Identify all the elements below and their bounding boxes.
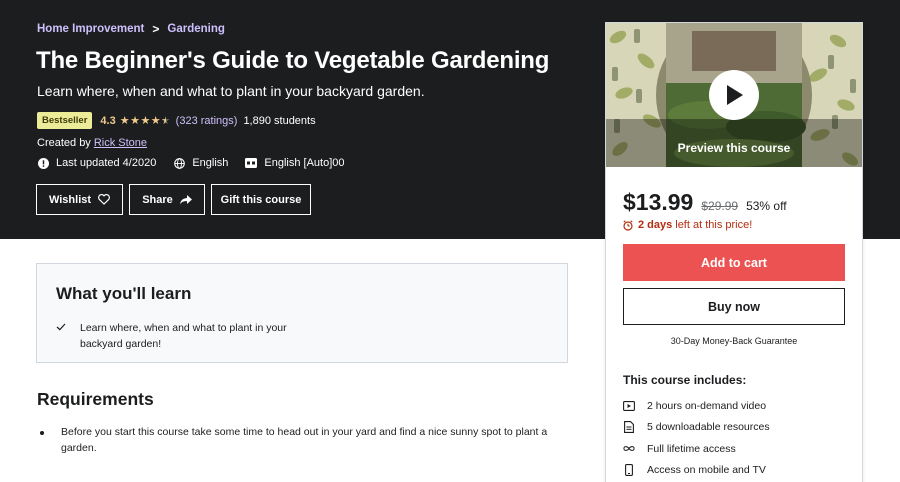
course-subtitle: Learn where, when and what to plant in y… [37,83,425,99]
share-button[interactable]: Share [129,184,205,215]
breadcrumb-separator: > [152,22,160,36]
what-you-will-learn: What you'll learn Learn where, when and … [36,263,568,363]
closed-captions-icon [245,157,258,169]
includes-item: Full lifetime access [623,438,770,460]
current-price: $13.99 [623,189,694,215]
breadcrumb-home-improvement[interactable]: Home Improvement [37,23,144,35]
buy-now-button[interactable]: Buy now [623,288,845,325]
purchase-sidebar: Preview this course $13.99 $29.99 53% of… [605,22,863,482]
last-updated: Last updated 4/2020 [37,157,156,169]
heart-icon [98,194,110,205]
header-actions: Wishlist Share Gift this course [36,184,317,215]
created-by: Created by Rick Stone [37,137,147,149]
breadcrumb-gardening[interactable]: Gardening [167,23,225,35]
last-updated-text: Last updated 4/2020 [56,157,157,169]
money-back-guarantee: 30-Day Money-Back Guarantee [670,336,798,346]
original-price: $29.99 [701,199,739,213]
timer-count: 2 days [638,219,673,231]
play-button[interactable] [709,70,759,120]
bullet-icon [40,431,44,435]
star-rating-icon: ★★★★★★ [119,115,170,127]
course-meta: Last updated 4/2020 English English [Aut… [37,157,362,169]
timer-text: left at this price! [675,219,753,231]
breadcrumb: Home Improvement > Gardening [37,22,225,36]
includes-text: Access on mobile and TV [647,464,766,477]
includes-text: 5 downloadable resources [647,421,770,434]
bestseller-badge: Bestseller [37,112,93,129]
captions: English [Auto]00 [245,157,345,169]
discount-percent: 53% off [746,199,787,213]
created-by-label: Created by [37,137,91,149]
requirement-item: Before you start this course take some t… [40,425,561,456]
includes-item: Access on mobile and TV [623,460,770,482]
rating-row: Bestseller 4.3 ★★★★★★ (323 ratings) 1,89… [37,112,316,129]
learn-title: What you'll learn [56,284,192,303]
includes-item: 5 downloadable resources [623,417,770,439]
language: English [173,157,228,169]
price-timer: 2 days left at this price! [623,219,752,231]
video-icon [623,400,635,411]
instructor-link[interactable]: Rick Stone [94,137,147,149]
gift-course-button[interactable]: Gift this course [211,184,311,215]
includes-list: 2 hours on-demand video 5 downloadable r… [623,395,770,481]
ratings-count-link[interactable]: (323 ratings) [176,115,238,127]
course-preview[interactable]: Preview this course [606,23,862,167]
preview-label: Preview this course [677,141,791,155]
alarm-clock-icon [623,219,633,231]
checkmark-icon [56,320,68,352]
share-arrow-icon [179,194,192,205]
price-row: $13.99 $29.99 53% off [623,189,787,216]
add-to-cart-button[interactable]: Add to cart [623,244,845,281]
language-text: English [192,157,229,169]
includes-text: Full lifetime access [647,442,736,455]
requirement-text: Before you start this course take some t… [61,426,548,454]
includes-text: 2 hours on-demand video [647,399,767,412]
alert-circle-icon [37,157,49,169]
infinity-icon [623,445,635,452]
course-title: The Beginner's Guide to Vegetable Garden… [36,47,550,74]
wishlist-label: Wishlist [48,193,92,206]
captions-text: English [Auto]00 [264,157,345,169]
wishlist-button[interactable]: Wishlist [36,184,123,215]
play-icon [727,85,743,105]
includes-item: 2 hours on-demand video [623,395,770,417]
gift-label: Gift this course [220,193,302,206]
includes-title: This course includes: [623,373,747,387]
share-label: Share [142,193,173,206]
file-icon [623,421,635,434]
requirements-title: Requirements [37,389,154,409]
learn-item: Learn where, when and what to plant in y… [56,320,310,352]
students-count: 1,890 students [243,114,316,127]
mobile-icon [623,464,635,477]
learn-item-text: Learn where, when and what to plant in y… [80,322,287,350]
rating-value: 4.3 [100,114,116,127]
globe-icon [173,157,185,169]
